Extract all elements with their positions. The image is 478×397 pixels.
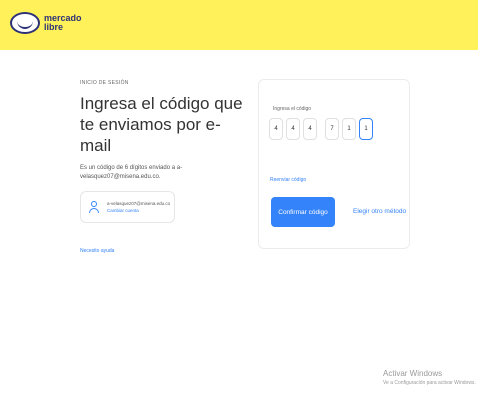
account-box: a-velasquez07@misena.edu.co Cambiar cuen… [80, 191, 175, 223]
code-digit-1[interactable]: 4 [269, 118, 283, 140]
watermark-subtitle: Ve a Configuración para activar Windows. [383, 380, 476, 386]
code-digit-2[interactable]: 4 [286, 118, 300, 140]
resend-code-link[interactable]: Reenviar código [270, 177, 306, 183]
code-card: Ingresa el código 4 4 4 7 1 1 Reenviar c… [258, 79, 410, 249]
top-header: mercado libre [0, 0, 478, 50]
code-digit-3[interactable]: 4 [303, 118, 317, 140]
mercadolibre-logo[interactable]: mercado libre [10, 12, 84, 34]
code-digit-4[interactable]: 7 [325, 118, 339, 140]
watermark-title: Activar Windows [383, 369, 443, 378]
section-label: INICIO DE SESIÓN [80, 80, 129, 86]
handshake-logo-icon [10, 12, 40, 34]
confirm-code-button[interactable]: Confirmar código [271, 197, 335, 227]
code-digit-5[interactable]: 1 [342, 118, 356, 140]
login-intro: INICIO DE SESIÓN Ingresa el código que t… [80, 80, 250, 182]
help-link[interactable]: Necesito ayuda [80, 248, 114, 254]
code-digit-6[interactable]: 1 [359, 118, 373, 140]
code-description: Es un código de 6 dígitos enviado a a-ve… [80, 165, 183, 180]
account-email: a-velasquez07@misena.edu.co [107, 201, 171, 206]
logo-text: mercado libre [44, 13, 82, 32]
code-digits: 4 4 4 7 1 1 [269, 118, 376, 140]
change-account-link[interactable]: Cambiar cuenta [107, 207, 170, 214]
page-title: Ingresa el código que te enviamos por e-… [80, 94, 243, 155]
other-method-link[interactable]: Elegir otro método [353, 208, 406, 215]
user-icon [89, 201, 99, 213]
code-input-label: Ingresa el código [273, 106, 312, 112]
windows-activation-watermark: Activar Windows Ve a Configuración para … [383, 369, 476, 387]
